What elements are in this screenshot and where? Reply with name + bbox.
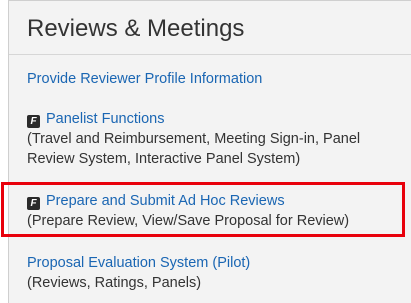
title-divider	[9, 54, 411, 55]
highlight-box	[1, 182, 405, 237]
list-item-reviewer-profile: Provide Reviewer Profile Information	[27, 69, 262, 89]
panelist-functions-description: (Travel and Reimbursement, Meeting Sign-…	[27, 131, 361, 147]
proposal-evaluation-description: (Reviews, Ratings, Panels)	[27, 275, 202, 291]
panelist-functions-description-cont: Review System, Interactive Panel System)	[27, 151, 301, 167]
list-item-panelist-functions: F Panelist Functions (Travel and Reimburs…	[27, 109, 360, 169]
list-item-proposal-evaluation: Proposal Evaluation System (Pilot) (Revi…	[27, 253, 250, 293]
reviewer-profile-link[interactable]: Provide Reviewer Profile Information	[27, 71, 262, 87]
panel-title: Reviews & Meetings	[27, 15, 245, 42]
f-badge-icon: F	[27, 115, 40, 128]
panelist-functions-link[interactable]: Panelist Functions	[46, 111, 164, 127]
proposal-evaluation-link[interactable]: Proposal Evaluation System (Pilot)	[27, 255, 250, 271]
reviews-meetings-panel: Reviews & Meetings Provide Reviewer Prof…	[8, 0, 411, 303]
